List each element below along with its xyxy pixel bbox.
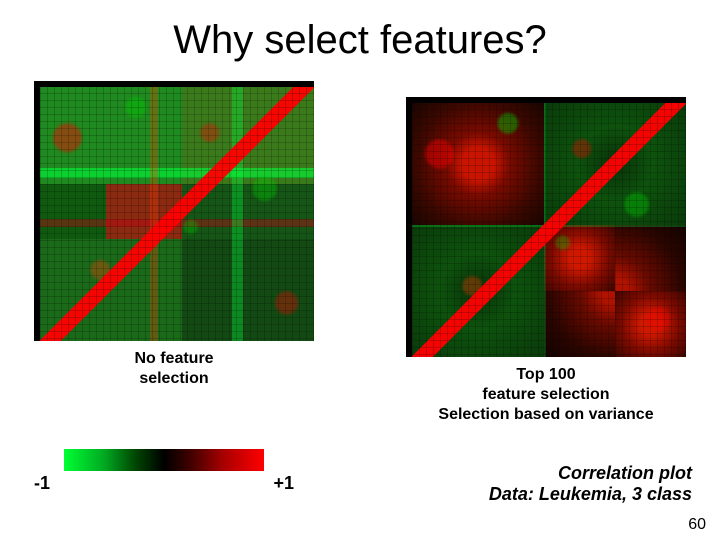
footnote-line: Correlation plot bbox=[558, 463, 692, 483]
right-plot-caption: Top 100 feature selection Selection base… bbox=[438, 365, 653, 425]
legend-min: -1 bbox=[34, 473, 50, 494]
left-plot-caption: No feature selection bbox=[134, 349, 213, 389]
caption-text: selection bbox=[139, 370, 208, 387]
caption-text: Top 100 bbox=[516, 366, 575, 383]
correlation-heatmap-right bbox=[406, 97, 686, 357]
plots-row: No feature selection Top 100 feature sel… bbox=[0, 63, 720, 425]
legend-max: +1 bbox=[273, 473, 294, 494]
caption-text: No feature bbox=[134, 350, 213, 367]
right-plot-column: Top 100 feature selection Selection base… bbox=[406, 81, 686, 425]
color-scale-bar-icon bbox=[64, 449, 264, 471]
footnote: Correlation plot Data: Leukemia, 3 class bbox=[489, 463, 692, 506]
slide-title: Why select features? bbox=[0, 0, 720, 63]
left-plot-column: No feature selection bbox=[34, 81, 314, 425]
footnote-line: Data: Leukemia, 3 class bbox=[489, 484, 692, 504]
legend-labels: -1 +1 bbox=[34, 473, 294, 494]
caption-text: feature selection bbox=[482, 386, 609, 403]
page-number: 60 bbox=[688, 516, 706, 534]
caption-text: Selection based on variance bbox=[438, 406, 653, 423]
correlation-heatmap-left bbox=[34, 81, 314, 341]
color-legend: -1 +1 bbox=[34, 449, 294, 494]
